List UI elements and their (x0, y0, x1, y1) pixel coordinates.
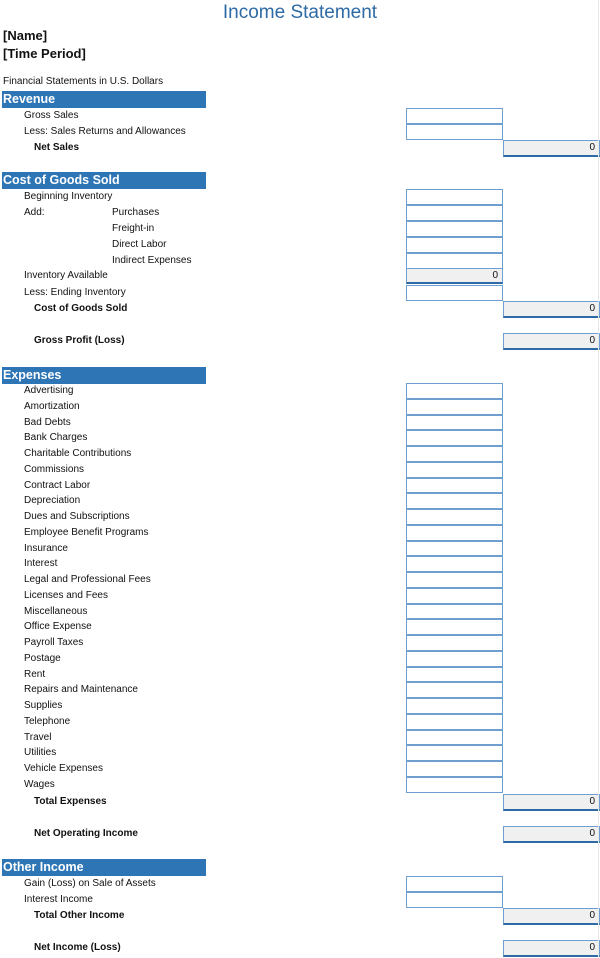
label-expense-item: Wages (24, 778, 55, 790)
label-expense-item: Postage (24, 652, 61, 664)
input-expense-item[interactable] (406, 635, 503, 651)
input-sales-returns[interactable] (406, 124, 503, 140)
input-ending-inventory[interactable] (406, 285, 503, 301)
label-expense-item: Travel (24, 731, 52, 743)
input-freight-in[interactable] (406, 221, 503, 237)
input-interest-income[interactable] (406, 892, 503, 908)
label-freight-in: Freight-in (112, 223, 155, 234)
label-expense-item: Bad Debts (24, 416, 71, 428)
input-expense-item[interactable] (406, 414, 503, 431)
label-expense-item: Charitable Contributions (24, 448, 132, 459)
input-expense-item[interactable] (406, 398, 503, 415)
input-expense-item[interactable] (406, 509, 503, 525)
label-gross-sales: Gross Sales (24, 110, 79, 121)
label-direct-labor: Direct Labor (112, 239, 167, 250)
label-expense-item: Bank Charges (24, 432, 88, 444)
label-expense-item: Interest (24, 558, 58, 570)
value-total-expenses: 0 (503, 794, 600, 811)
section-header-revenue: Revenue (2, 91, 206, 108)
input-expense-item[interactable] (406, 761, 503, 777)
label-sales-returns: Less: Sales Returns and Allowances (24, 126, 186, 137)
label-indirect-expenses: Indirect Expenses (112, 255, 192, 266)
input-gross-sales[interactable] (406, 108, 503, 124)
label-expense-item: Office Expense (24, 621, 92, 633)
value-net-operating-income: 0 (503, 826, 600, 843)
label-expense-item: Employee Benefit Programs (24, 526, 149, 538)
label-net-sales: Net Sales (34, 142, 80, 153)
input-expense-item[interactable] (406, 477, 503, 494)
label-expense-item: Payroll Taxes (24, 637, 84, 648)
currency-note: Financial Statements in U.S. Dollars (3, 76, 164, 87)
input-expense-item[interactable] (406, 556, 503, 572)
label-expense-item: Commissions (24, 463, 85, 475)
input-indirect-expenses[interactable] (406, 253, 503, 269)
input-expense-item[interactable] (406, 446, 503, 462)
input-expense-item[interactable] (406, 524, 503, 541)
input-expense-item[interactable] (406, 698, 503, 714)
label-expense-item: Advertising (24, 385, 74, 396)
label-expense-item: Telephone (24, 715, 71, 727)
input-expense-item[interactable] (406, 572, 503, 588)
label-expense-item: Licenses and Fees (24, 589, 108, 601)
label-purchases: Purchases (112, 207, 160, 218)
input-expense-item[interactable] (406, 713, 503, 730)
label-inventory-available: Inventory Available (24, 270, 108, 281)
input-gain-on-sale[interactable] (406, 876, 503, 892)
value-gross-profit: 0 (503, 333, 600, 350)
sheet-edge (598, 0, 599, 958)
input-expense-item[interactable] (406, 587, 503, 604)
label-net-income: Net Income (Loss) (34, 942, 121, 953)
value-net-income: 0 (503, 940, 600, 957)
label-ending-inventory: Less: Ending Inventory (24, 287, 126, 298)
input-expense-item[interactable] (406, 682, 503, 698)
label-expense-item: Repairs and Maintenance (24, 684, 138, 696)
input-beginning-inventory[interactable] (406, 189, 503, 205)
input-expense-item[interactable] (406, 745, 503, 761)
label-interest-income: Interest Income (24, 894, 93, 905)
label-gain-on-sale: Gain (Loss) on Sale of Assets (24, 878, 156, 889)
section-header-cogs: Cost of Goods Sold (2, 172, 206, 189)
input-expense-item[interactable] (406, 776, 503, 793)
label-expense-item: Depreciation (24, 495, 81, 507)
page-title: Income Statement (222, 2, 378, 23)
label-expense-item: Rent (24, 668, 46, 680)
label-total-expenses: Total Expenses (34, 796, 107, 807)
input-expense-item[interactable] (406, 603, 503, 620)
time-period-field[interactable]: [Time Period] (3, 46, 86, 61)
label-expense-item: Dues and Subscriptions (24, 511, 130, 522)
label-expense-item: Legal and Professional Fees (24, 574, 151, 585)
label-expense-item: Utilities (24, 747, 57, 759)
input-expense-item[interactable] (406, 461, 503, 478)
section-header-other-income: Other Income (2, 859, 206, 876)
input-expense-item[interactable] (406, 540, 503, 557)
label-add: Add: (24, 207, 45, 218)
label-beginning-inventory: Beginning Inventory (24, 191, 113, 202)
input-direct-labor[interactable] (406, 237, 503, 253)
name-field[interactable]: [Name] (3, 28, 47, 43)
label-expense-item: Amortization (24, 400, 80, 412)
input-expense-item[interactable] (406, 666, 503, 683)
input-expense-item[interactable] (406, 430, 503, 446)
value-total-other-income: 0 (503, 908, 600, 925)
section-header-expenses: Expenses (2, 367, 206, 384)
input-expense-item[interactable] (406, 383, 503, 399)
label-total-other-income: Total Other Income (34, 910, 125, 921)
label-expense-item: Contract Labor (24, 479, 91, 491)
label-net-operating-income: Net Operating Income (34, 828, 138, 839)
label-gross-profit: Gross Profit (Loss) (34, 335, 125, 346)
label-cogs-total: Cost of Goods Sold (34, 303, 128, 314)
input-expense-item[interactable] (406, 729, 503, 746)
label-expense-item: Miscellaneous (24, 605, 88, 617)
input-expense-item[interactable] (406, 650, 503, 667)
label-expense-item: Supplies (24, 700, 63, 711)
input-expense-item[interactable] (406, 493, 503, 509)
value-cogs-total: 0 (503, 301, 600, 318)
value-inventory-available: 0 (406, 268, 503, 284)
label-expense-item: Insurance (24, 542, 68, 554)
label-expense-item: Vehicle Expenses (24, 763, 103, 774)
input-expense-item[interactable] (406, 619, 503, 635)
input-purchases[interactable] (406, 205, 503, 221)
value-net-sales: 0 (503, 140, 600, 157)
